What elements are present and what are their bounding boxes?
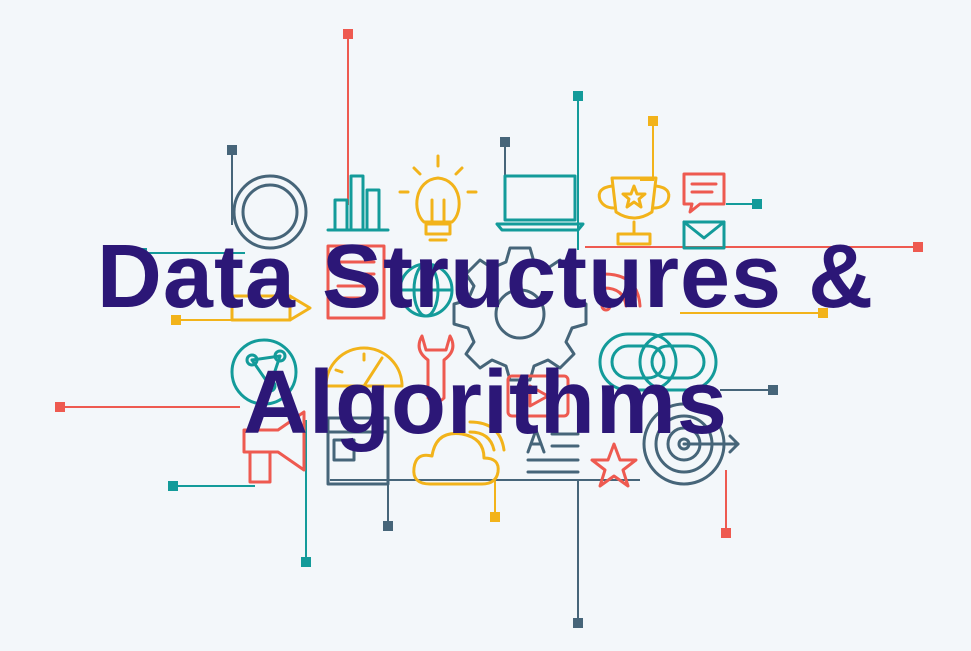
title-line-1: Data Structures & [96, 227, 875, 327]
chat-bubble-icon [682, 172, 726, 214]
banner: Data Structures & Algorithms [0, 0, 971, 651]
page-title: Data Structures & Algorithms [0, 214, 971, 466]
title-line-2: Algorithms [242, 353, 728, 453]
